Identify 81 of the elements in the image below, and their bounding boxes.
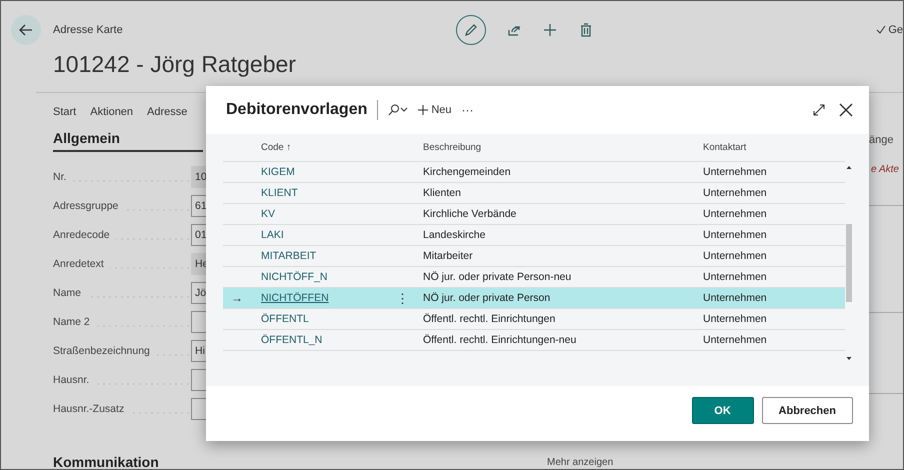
show-more-link[interactable]: Mehr anzeigen bbox=[547, 457, 903, 468]
table-cell-text: Klienten bbox=[423, 187, 462, 199]
table-cell-text: Unternehmen bbox=[703, 334, 768, 346]
code-link[interactable]: NICHTÖFF_N bbox=[261, 271, 396, 283]
table-cell-text: NÖ jur. oder private Person bbox=[423, 292, 552, 304]
table-cell-text: Unternehmen bbox=[703, 271, 768, 283]
table-cell-text: NÖ jur. oder private Person-neu bbox=[423, 271, 572, 283]
table-row[interactable]: ÖFFENTL_N Öffentl. rechtl. Einrichtungen-neu Unternehmen bbox=[223, 330, 845, 351]
field-label: Anredecode bbox=[53, 229, 191, 241]
close-icon bbox=[839, 103, 853, 117]
nav-tab[interactable]: Aktionen bbox=[90, 106, 134, 118]
column-header[interactable]: Beschreibung bbox=[423, 142, 703, 153]
expand-button[interactable] bbox=[813, 104, 825, 116]
column-header[interactable]: Code ↑ bbox=[261, 142, 396, 153]
add-button[interactable] bbox=[542, 22, 558, 38]
field-label: Hausnr.-Zusatz bbox=[53, 403, 191, 415]
code-link[interactable]: KV bbox=[261, 208, 396, 220]
section-heading: Allgemein bbox=[53, 130, 203, 152]
table-cell-text: Unternehmen bbox=[703, 166, 768, 178]
page-title: 101242 - Jörg Ratgeber bbox=[53, 51, 297, 78]
table-cell-text: Unternehmen bbox=[703, 250, 768, 262]
table-cell-text: Unternehmen bbox=[703, 187, 768, 199]
field-label: Name 2 bbox=[53, 316, 191, 328]
plus-icon bbox=[542, 22, 558, 38]
column-header[interactable]: Kontaktart bbox=[703, 142, 845, 153]
table-cell-text: Öffentl. rechtl. Einrichtungen bbox=[423, 313, 556, 325]
code-link[interactable]: MITARBEIT bbox=[261, 250, 396, 262]
pencil-icon bbox=[463, 22, 479, 38]
table-row[interactable]: KV Kirchliche Verbände Unternehmen bbox=[223, 204, 845, 225]
breadcrumb: Adresse Karte bbox=[53, 24, 124, 36]
table-cell-text: Unternehmen bbox=[703, 208, 768, 220]
new-button[interactable]: Neu bbox=[418, 104, 452, 116]
table-row[interactable]: LAKI Landeskirche Unternehmen bbox=[223, 225, 845, 246]
table-cell-text: Unternehmen bbox=[703, 229, 768, 241]
checkmark-icon bbox=[876, 25, 886, 35]
table-cell-text: Unternehmen bbox=[703, 292, 768, 304]
side-heading: änge bbox=[869, 134, 894, 146]
delete-button[interactable] bbox=[578, 22, 594, 38]
search-button[interactable] bbox=[388, 104, 408, 116]
row-marker: → bbox=[230, 291, 244, 305]
more-button[interactable]: ··· bbox=[462, 103, 474, 117]
field-label: Hausnr. bbox=[53, 374, 191, 386]
trash-icon bbox=[578, 22, 594, 38]
row-menu-button[interactable]: ⋮ bbox=[396, 290, 404, 306]
back-button[interactable] bbox=[11, 15, 41, 45]
code-link[interactable]: NICHTÖFFEN bbox=[261, 292, 396, 304]
code-link[interactable]: KIGEM bbox=[261, 166, 396, 178]
table-cell-text: Kirchengemeinden bbox=[423, 166, 512, 178]
edit-button[interactable] bbox=[456, 15, 486, 45]
table-cell-text: Öffentl. rechtl. Einrichtungen-neu bbox=[423, 334, 578, 346]
close-button[interactable] bbox=[839, 103, 853, 117]
nav-tab[interactable]: Start bbox=[53, 106, 76, 118]
code-link[interactable]: KLIENT bbox=[261, 187, 396, 199]
selected-row[interactable]: → NICHTÖFFEN ⋮ NÖ jur. oder private Person Unternehmen bbox=[223, 288, 845, 309]
ok-button[interactable]: OK bbox=[692, 397, 754, 424]
field-label: Adressgruppe bbox=[53, 200, 191, 212]
nav-tab[interactable]: Adresse bbox=[147, 106, 188, 118]
field-label: Name bbox=[53, 287, 191, 299]
saved-status: Ge bbox=[876, 24, 903, 36]
section-heading: Kommunikation bbox=[53, 454, 160, 469]
cancel-button[interactable]: Abbrechen bbox=[762, 397, 853, 424]
expand-icon bbox=[813, 104, 825, 116]
table-cell-text: Unternehmen bbox=[703, 313, 768, 325]
back-arrow-icon bbox=[19, 23, 33, 37]
field-label: Straßenbezeichnung bbox=[53, 345, 191, 357]
table-cell-text: Kirchliche Verbände bbox=[423, 208, 518, 220]
table-row[interactable]: MITARBEIT Mitarbeiter Unternehmen bbox=[223, 246, 845, 267]
table-cell-text: Mitarbeiter bbox=[423, 250, 474, 262]
search-icon bbox=[388, 104, 408, 116]
code-link[interactable]: ÖFFENTL_N bbox=[261, 334, 396, 346]
table-row[interactable]: ÖFFENTL Öffentl. rechtl. Einrichtungen Unternehmen bbox=[223, 309, 845, 330]
code-link[interactable]: LAKI bbox=[261, 229, 396, 241]
dialog-title: Debitorenvorlagen bbox=[226, 101, 368, 119]
table-row[interactable]: KLIENT Klienten Unternehmen bbox=[223, 183, 845, 204]
code-link[interactable]: ÖFFENTL bbox=[261, 313, 396, 325]
table-cell-text: Landeskirche bbox=[423, 229, 486, 241]
field-label: Anredetext bbox=[53, 258, 191, 270]
field-label: Nr. bbox=[53, 171, 191, 183]
plus-icon bbox=[418, 105, 428, 115]
table-row[interactable]: KIGEM Kirchengemeinden Unternehmen bbox=[223, 162, 845, 183]
side-note: e Akte bbox=[871, 164, 900, 175]
